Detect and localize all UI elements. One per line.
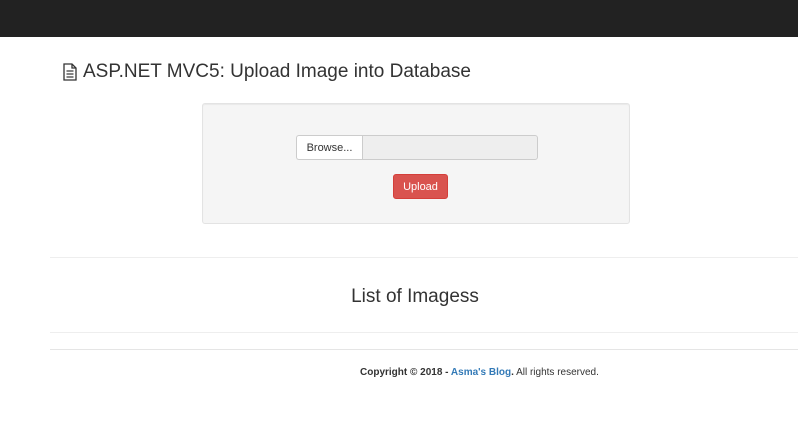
file-name-field[interactable] — [362, 135, 538, 160]
divider — [50, 332, 798, 333]
images-list-heading: List of Imagess — [351, 286, 479, 307]
footer-divider — [50, 349, 798, 350]
rights-text: All rights reserved. — [513, 367, 599, 378]
blog-link[interactable]: Asma's Blog — [451, 367, 511, 378]
top-navbar — [0, 0, 798, 37]
file-picker: Browse... — [296, 135, 538, 160]
copyright-text: Copyright © 2018 - Asma's Blog. All righ… — [360, 367, 599, 378]
copyright-prefix: Copyright © 2018 - — [360, 367, 451, 378]
file-text-icon — [62, 63, 78, 81]
page-title: ASP.NET MVC5: Upload Image into Database — [62, 60, 471, 84]
divider — [50, 257, 798, 258]
browse-button[interactable]: Browse... — [296, 135, 362, 160]
upload-panel: Browse... Upload — [202, 103, 630, 224]
page-title-text: ASP.NET MVC5: Upload Image into Database — [83, 61, 471, 82]
upload-button[interactable]: Upload — [393, 174, 448, 199]
